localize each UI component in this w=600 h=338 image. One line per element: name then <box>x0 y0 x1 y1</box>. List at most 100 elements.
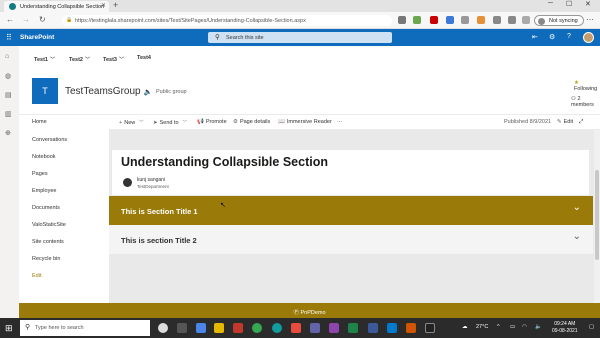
edit-page-button[interactable]: ✎ Edit <box>557 119 573 125</box>
chrome-icon[interactable] <box>252 323 262 333</box>
nav-item-pages[interactable]: Pages <box>32 171 48 177</box>
immersive-reader-button[interactable]: 📖 Immersive Reader <box>278 119 332 125</box>
globe-icon[interactable]: ◍ <box>5 72 11 80</box>
read-aloud-icon[interactable] <box>398 16 406 24</box>
page-details-button[interactable]: ⚙ Page details <box>233 119 270 125</box>
fullscreen-icon[interactable]: ⤢ <box>579 119 583 126</box>
taskbar-clock[interactable]: 09:24 AM 09-08-2021 <box>552 321 578 335</box>
new-button[interactable]: + New ﹀ <box>119 119 144 126</box>
browser-menu-icon[interactable]: ⋯ <box>586 15 594 24</box>
settings-gear-icon[interactable]: ⚙ <box>549 33 555 41</box>
nav-item-valostaticsite[interactable]: ValoStaticSite <box>32 222 66 228</box>
site-title[interactable]: TestTeamsGroup 🔈 <box>65 86 152 97</box>
close-tab-icon[interactable]: ✕ <box>101 2 106 9</box>
app-icon[interactable] <box>291 323 301 333</box>
refresh-icon[interactable]: ↻ <box>39 15 46 24</box>
url-field[interactable]: 🔒 https://testinglala.sharepoint.com/sit… <box>62 15 392 26</box>
extension-icon[interactable] <box>477 16 485 24</box>
app-icon[interactable] <box>196 323 206 333</box>
file-explorer-icon[interactable] <box>214 323 224 333</box>
suite-bar: ⠿ SharePoint ⚲ Search this site ⇤ ⚙ ? <box>0 29 600 46</box>
hub-nav-item[interactable]: Test2 ﹀ <box>69 56 90 63</box>
network-icon[interactable]: ◠ <box>522 324 527 330</box>
app-icon[interactable] <box>406 323 416 333</box>
windows-start-icon[interactable]: ⊞ <box>5 323 13 334</box>
send-to-button[interactable]: ➤ Send to ﹀ <box>153 119 187 126</box>
browser-tab-strip: Understanding Collapsible Section ✕ + ─ … <box>0 0 600 12</box>
edge-icon[interactable] <box>272 323 282 333</box>
app-icon[interactable] <box>368 323 378 333</box>
news-icon[interactable]: ▥ <box>5 110 12 118</box>
nav-item-conversations[interactable]: Conversations <box>32 137 67 143</box>
chevron-down-icon[interactable]: ⌄ <box>573 202 581 213</box>
extension-icon[interactable] <box>413 16 421 24</box>
forward-icon[interactable]: → <box>22 15 30 24</box>
nav-item-employee[interactable]: Employee <box>32 188 56 194</box>
extension-icon[interactable] <box>430 16 438 24</box>
page-scrollbar[interactable] <box>594 130 600 303</box>
notifications-icon[interactable]: ▢ <box>589 324 594 330</box>
site-logo[interactable]: T <box>32 78 58 104</box>
chevron-down-icon[interactable]: ⌄ <box>573 231 581 242</box>
browser-address-bar: ← → ↻ 🔒 https://testinglala.sharepoint.c… <box>0 12 600 29</box>
profile-sync-button[interactable]: Not syncing <box>534 15 584 26</box>
hub-nav-item[interactable]: Test1 ﹀ <box>34 56 55 63</box>
quick-launch-nav: Home Conversations Notebook Pages Employ… <box>19 115 109 303</box>
nav-item-documents[interactable]: Documents <box>32 205 60 211</box>
extension-icon[interactable] <box>461 16 469 24</box>
site-search-input[interactable]: ⚲ Search this site <box>208 32 392 43</box>
author-avatar[interactable] <box>123 178 132 187</box>
battery-icon[interactable]: ▭ <box>510 324 515 330</box>
extension-icon[interactable] <box>446 16 454 24</box>
published-status: Published 8/9/2021 <box>504 119 552 125</box>
chevron-down-icon: ﹀ <box>182 120 188 126</box>
sync-label: Not syncing <box>549 18 578 24</box>
nav-edit-link[interactable]: Edit <box>32 273 41 279</box>
help-icon[interactable]: ? <box>567 33 571 40</box>
collapsible-section-header[interactable]: This is section Title 2 ⌄ <box>109 225 593 254</box>
app-icon[interactable] <box>348 323 358 333</box>
close-window-icon[interactable]: ✕ <box>585 0 591 8</box>
collections-icon[interactable] <box>508 16 516 24</box>
conversations-icon[interactable]: ⇤ <box>532 33 538 41</box>
browser-tab[interactable]: Understanding Collapsible Section ✕ <box>4 1 109 12</box>
terminal-icon[interactable] <box>425 323 435 333</box>
app-launcher-icon[interactable]: ⠿ <box>6 33 12 42</box>
author-name[interactable]: kunj sangani <box>137 177 165 183</box>
hub-nav-item[interactable]: Test3 ﹀ <box>103 56 124 63</box>
nav-item-home[interactable]: Home <box>32 119 47 125</box>
vscode-icon[interactable] <box>387 323 397 333</box>
weather-icon[interactable]: ☁ <box>462 324 468 330</box>
cortana-icon[interactable] <box>158 323 168 333</box>
scrollbar-thumb[interactable] <box>595 170 599 260</box>
temperature-label[interactable]: 27°C <box>476 324 488 330</box>
my-sites-icon[interactable]: ▤ <box>5 91 12 99</box>
task-view-icon[interactable] <box>177 323 187 333</box>
favorites-icon[interactable] <box>493 16 501 24</box>
hub-nav-item[interactable]: Test4 <box>137 55 151 61</box>
home-icon[interactable]: ⌂ <box>5 53 9 60</box>
nav-item-notebook[interactable]: Notebook <box>32 154 56 160</box>
minimize-icon[interactable]: ─ <box>548 0 553 7</box>
more-actions-button[interactable]: ··· <box>337 119 343 125</box>
promote-button[interactable]: 📢 Promote <box>197 119 227 125</box>
app-icon[interactable] <box>233 323 243 333</box>
user-avatar[interactable] <box>583 32 594 43</box>
volume-icon[interactable]: 🔈 <box>535 324 542 330</box>
follow-button[interactable]: ★ Following <box>574 80 600 92</box>
collapsible-section-header[interactable]: This is Section Title 1 ⌄ <box>109 196 593 225</box>
onenote-icon[interactable] <box>329 323 339 333</box>
maximize-icon[interactable]: ☐ <box>566 0 572 8</box>
extensions-icon[interactable] <box>522 16 530 24</box>
speaker-icon: 🔈 <box>143 89 153 96</box>
taskbar-search-input[interactable]: ⚲ Type here to search <box>20 320 150 336</box>
nav-item-site-contents[interactable]: Site contents <box>32 239 64 245</box>
members-button[interactable]: ⚇ 2 members <box>571 96 600 108</box>
nav-item-recycle-bin[interactable]: Recycle bin <box>32 256 60 262</box>
sharepoint-brand[interactable]: SharePoint <box>20 34 54 41</box>
tray-chevron-icon[interactable]: ^ <box>497 324 500 330</box>
create-icon[interactable]: ⊕ <box>5 129 11 137</box>
teams-icon[interactable] <box>310 323 320 333</box>
back-icon[interactable]: ← <box>6 15 14 24</box>
new-tab-icon[interactable]: + <box>113 0 118 10</box>
